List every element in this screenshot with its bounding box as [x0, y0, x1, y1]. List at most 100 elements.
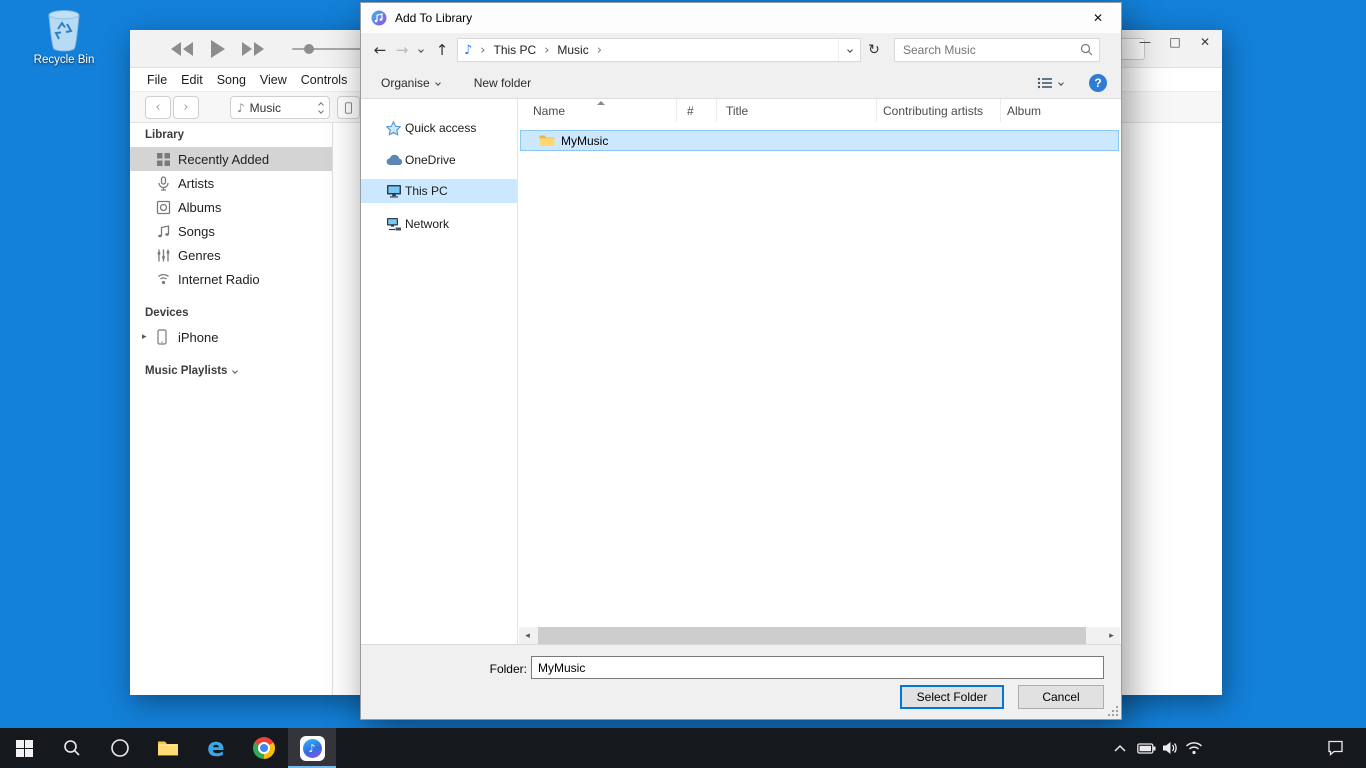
- scrollbar-track[interactable]: [536, 627, 1103, 644]
- volume-slider[interactable]: [292, 48, 364, 50]
- search-icon[interactable]: [1080, 43, 1093, 56]
- menu-song[interactable]: Song: [217, 73, 246, 87]
- device-button[interactable]: [337, 96, 360, 119]
- dialog-close-icon[interactable]: ✕: [1075, 3, 1121, 32]
- column-header-album[interactable]: Album: [1001, 99, 1121, 122]
- back-icon[interactable]: ←: [371, 41, 389, 59]
- sidebar-item-artists[interactable]: Artists: [130, 171, 332, 195]
- action-center-button[interactable]: [1320, 728, 1350, 768]
- play-button[interactable]: [210, 40, 225, 58]
- chevron-down-icon: [1058, 80, 1064, 86]
- itunes-forward-button[interactable]: ›: [173, 96, 199, 119]
- scrollbar-thumb[interactable]: [538, 627, 1086, 644]
- media-kind-stepper[interactable]: [319, 103, 323, 113]
- nav-item-this-pc[interactable]: This PC: [361, 179, 517, 203]
- music-folder-icon: ♪: [464, 43, 472, 58]
- microphone-icon: [156, 176, 171, 191]
- chrome-icon: [253, 737, 275, 759]
- menu-controls[interactable]: Controls: [301, 73, 348, 87]
- sidebar-item-albums[interactable]: Albums: [130, 195, 332, 219]
- tray-volume-button[interactable]: [1158, 728, 1182, 768]
- volume-slider-knob[interactable]: [304, 44, 314, 54]
- itunes-maximize-icon[interactable]: □: [1160, 32, 1190, 52]
- music-playlists-header[interactable]: Music Playlists: [130, 349, 332, 383]
- itunes-minimize-icon[interactable]: —: [1130, 32, 1160, 52]
- monitor-icon: [386, 184, 402, 198]
- menu-edit[interactable]: Edit: [181, 73, 203, 87]
- chrome-button[interactable]: [240, 728, 288, 768]
- cortana-button[interactable]: [96, 728, 144, 768]
- tray-battery-button[interactable]: [1134, 728, 1158, 768]
- start-button[interactable]: [0, 728, 48, 768]
- edge-button[interactable]: e: [192, 728, 240, 768]
- rewind-button[interactable]: [170, 42, 194, 56]
- column-header-contributing-artists[interactable]: Contributing artists: [877, 99, 1001, 122]
- new-folder-button[interactable]: New folder: [474, 76, 531, 90]
- network-icon: [386, 217, 402, 231]
- file-row-mymusic[interactable]: MyMusic: [520, 130, 1119, 151]
- wifi-icon: [1185, 741, 1203, 755]
- recent-locations-chevron-icon[interactable]: [418, 47, 424, 53]
- itunes-button[interactable]: ♪: [288, 728, 336, 768]
- cancel-button[interactable]: Cancel: [1018, 685, 1104, 709]
- taskbar-search-button[interactable]: [48, 728, 96, 768]
- column-header-number[interactable]: #: [677, 99, 717, 122]
- nav-item-network[interactable]: Network: [361, 212, 517, 236]
- scroll-right-icon[interactable]: ▸: [1103, 627, 1120, 644]
- up-icon[interactable]: ↑: [433, 41, 451, 59]
- battery-icon: [1137, 743, 1156, 754]
- music-note-icon: [156, 224, 171, 239]
- speaker-icon: [1162, 741, 1178, 755]
- star-icon: [386, 121, 401, 136]
- nav-item-quick-access[interactable]: Quick access: [361, 116, 517, 140]
- column-header-title[interactable]: Title: [717, 99, 877, 122]
- edge-icon: e: [207, 735, 225, 761]
- media-kind-value: Music: [250, 101, 281, 115]
- folder-name-input[interactable]: [531, 656, 1104, 679]
- organise-button[interactable]: Organise: [381, 76, 440, 90]
- dialog-titlebar[interactable]: Add To Library ✕: [361, 3, 1121, 33]
- select-folder-button[interactable]: Select Folder: [900, 685, 1004, 709]
- sidebar-item-genres[interactable]: Genres: [130, 243, 332, 267]
- windows-logo-icon: [16, 740, 33, 757]
- expander-icon[interactable]: ▸: [142, 332, 147, 342]
- address-dropdown-icon[interactable]: [838, 39, 860, 61]
- tray-network-button[interactable]: [1182, 728, 1206, 768]
- search-box[interactable]: [894, 38, 1100, 62]
- chevron-up-icon: [1113, 744, 1127, 753]
- sidebar-item-internet-radio[interactable]: Internet Radio: [130, 267, 332, 291]
- itunes-back-button[interactable]: ‹: [145, 96, 171, 119]
- menu-view[interactable]: View: [260, 73, 287, 87]
- sidebar-item-recently-added[interactable]: Recently Added: [130, 147, 332, 171]
- recycle-bin-icon: [44, 8, 84, 52]
- file-explorer-button[interactable]: [144, 728, 192, 768]
- scroll-left-icon[interactable]: ◂: [519, 627, 536, 644]
- help-button[interactable]: ?: [1089, 74, 1107, 92]
- media-kind-select[interactable]: ♪ Music: [230, 96, 330, 119]
- refresh-icon[interactable]: ↻: [861, 38, 887, 62]
- sidebar-item-songs[interactable]: Songs: [130, 219, 332, 243]
- music-note-icon: ♪: [237, 101, 245, 115]
- itunes-close-icon[interactable]: ✕: [1190, 32, 1220, 52]
- breadcrumb-music[interactable]: Music: [557, 43, 588, 57]
- horizontal-scrollbar[interactable]: ◂ ▸: [519, 627, 1120, 644]
- change-view-button[interactable]: [1037, 76, 1063, 90]
- resize-grip[interactable]: [1106, 704, 1118, 716]
- sidebar-item-iphone[interactable]: ▸ iPhone: [130, 325, 332, 349]
- recycle-bin-shortcut[interactable]: Recycle Bin: [26, 8, 102, 66]
- forward-icon[interactable]: →: [393, 41, 411, 59]
- menu-file[interactable]: File: [147, 73, 167, 87]
- fast-forward-button[interactable]: [241, 42, 265, 56]
- tray-expand-button[interactable]: [1108, 728, 1132, 768]
- itunes-icon: ♪: [300, 736, 325, 761]
- column-header-name[interactable]: Name: [519, 99, 677, 122]
- itunes-app-icon: [371, 10, 387, 26]
- cortana-circle-icon: [110, 738, 130, 758]
- search-input[interactable]: [895, 39, 1075, 60]
- address-bar[interactable]: ♪ › This PC › Music ›: [457, 38, 861, 62]
- list-view-icon: [1037, 76, 1053, 90]
- nav-item-onedrive[interactable]: OneDrive: [361, 148, 517, 172]
- folder-label: Folder:: [421, 662, 527, 676]
- dialog-nav-band: ← → ↑ ♪ › This PC › Music › ↻: [361, 33, 1121, 67]
- breadcrumb-this-pc[interactable]: This PC: [494, 43, 537, 57]
